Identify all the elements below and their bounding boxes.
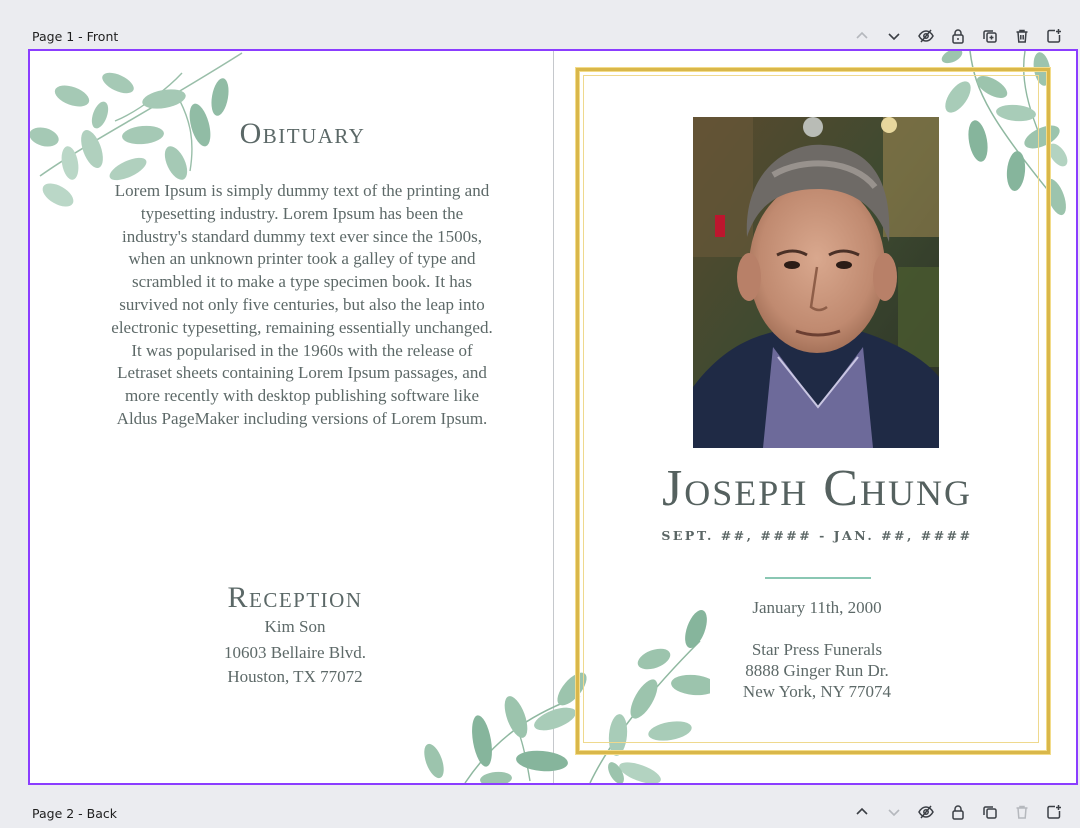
obituary-body[interactable]: Lorem Ipsum is simply dummy text of the … bbox=[68, 180, 536, 431]
obituary-line: industry's standard dummy text ever sinc… bbox=[122, 226, 482, 246]
obituary-line: electronic typesetting, remaining essent… bbox=[111, 317, 493, 337]
chevron-up-icon[interactable] bbox=[846, 22, 878, 50]
obituary-line: typesetting industry. Lorem Ipsum has be… bbox=[140, 203, 464, 223]
venue-address-line-2[interactable]: New York, NY 77074 bbox=[590, 682, 1044, 702]
obituary-line: Letraset sheets containing Lorem Ipsum p… bbox=[117, 363, 487, 383]
chevron-up-icon[interactable] bbox=[846, 798, 878, 826]
lock-icon[interactable] bbox=[942, 798, 974, 826]
service-date[interactable]: January 11th, 2000 bbox=[590, 598, 1044, 618]
add-page-icon[interactable] bbox=[1038, 798, 1070, 826]
chevron-down-icon[interactable] bbox=[878, 22, 910, 50]
page-2-toolbar bbox=[846, 798, 1070, 826]
page-2-header: Page 2 - Back bbox=[0, 800, 1080, 828]
obituary-line: scrambled it to make a type specimen boo… bbox=[132, 272, 472, 292]
reception-name[interactable]: Kim Son bbox=[30, 617, 560, 637]
add-page-icon[interactable] bbox=[1038, 22, 1070, 50]
life-dates[interactable]: SEPT. ##, #### - JAN. ##, #### bbox=[590, 528, 1044, 543]
obituary-heading[interactable]: Obituary bbox=[30, 117, 575, 151]
venue-address-line-1[interactable]: 8888 Ginger Run Dr. bbox=[590, 661, 1044, 681]
page-1-label[interactable]: Page 1 - Front bbox=[32, 29, 118, 44]
trash-icon[interactable] bbox=[1006, 22, 1038, 50]
duplicate-icon[interactable] bbox=[974, 22, 1006, 50]
obituary-line: survived not only five centuries, but al… bbox=[119, 294, 485, 314]
obituary-line: Lorem Ipsum is simply dummy text of the … bbox=[114, 181, 490, 200]
portrait-photo[interactable] bbox=[693, 117, 939, 448]
page-1-canvas[interactable]: Obituary Lorem Ipsum is simply dummy tex… bbox=[28, 49, 1078, 785]
obituary-line: It was popularised in the 1960s with the… bbox=[131, 340, 473, 360]
reception-address-line-2[interactable]: Houston, TX 77072 bbox=[30, 667, 560, 687]
hide-icon[interactable] bbox=[910, 798, 942, 826]
venue-name[interactable]: Star Press Funerals bbox=[590, 640, 1044, 660]
reception-heading[interactable]: Reception bbox=[30, 581, 560, 615]
obituary-line: Aldus PageMaker including versions of Lo… bbox=[116, 408, 488, 428]
divider-line bbox=[765, 577, 871, 579]
chevron-down-icon[interactable] bbox=[878, 798, 910, 826]
obituary-line: when an unknown printer took a galley of… bbox=[128, 249, 476, 269]
page-1-toolbar bbox=[846, 22, 1070, 50]
reception-address-line-1[interactable]: 10603 Bellaire Blvd. bbox=[30, 643, 560, 663]
page-2-label[interactable]: Page 2 - Back bbox=[32, 806, 117, 821]
page-1-header: Page 1 - Front bbox=[0, 22, 1080, 50]
trash-icon[interactable] bbox=[1006, 798, 1038, 826]
lock-icon[interactable] bbox=[942, 22, 974, 50]
deceased-name[interactable]: Joseph Chung bbox=[590, 459, 1044, 518]
obituary-line: more recently with desktop publishing so… bbox=[124, 386, 480, 406]
duplicate-icon[interactable] bbox=[974, 798, 1006, 826]
hide-icon[interactable] bbox=[910, 22, 942, 50]
